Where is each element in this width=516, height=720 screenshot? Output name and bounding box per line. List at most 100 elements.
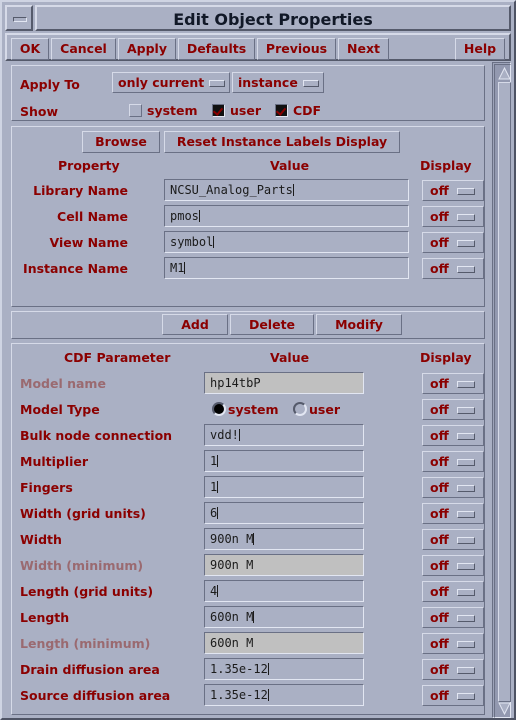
cdf-value-field[interactable]: 1.35e-12 xyxy=(204,658,364,680)
ok-button[interactable]: OK xyxy=(11,38,49,60)
text-caret xyxy=(217,585,219,597)
property-value-field[interactable]: pmos xyxy=(164,205,409,227)
cdf-display-toggle[interactable]: off xyxy=(422,555,484,576)
text-caret xyxy=(217,455,219,467)
show-checkbox-cdf[interactable] xyxy=(275,104,288,117)
defaults-button[interactable]: Defaults xyxy=(178,38,255,60)
property-row-label: Library Name xyxy=(33,183,128,198)
option-menu-value: only current xyxy=(118,75,205,90)
property-panel: Browse Reset Instance Labels Display Prope… xyxy=(11,126,485,307)
text-caret xyxy=(217,481,219,493)
cdf-display-toggle[interactable]: off xyxy=(422,659,484,680)
column-header-display: Display xyxy=(420,158,472,173)
title-area: Edit Object Properties xyxy=(35,5,511,31)
option-menu-knob-icon xyxy=(457,266,475,273)
minimize-icon[interactable] xyxy=(5,5,33,31)
scroll-up-arrow-icon[interactable] xyxy=(498,67,511,80)
cdf-value-field[interactable]: 6 xyxy=(204,502,364,524)
option-menu-knob-icon xyxy=(457,641,475,648)
cdf-display-toggle[interactable]: off xyxy=(422,607,484,628)
property-value-field[interactable]: NCSU_Analog_Parts xyxy=(164,179,409,201)
option-menu-knob-icon xyxy=(457,693,475,700)
delete-button[interactable]: Delete xyxy=(230,314,314,335)
cdf-value-field[interactable]: 1 xyxy=(204,450,364,472)
cdf-value-field[interactable]: vdd! xyxy=(204,424,364,446)
cdf-value-field[interactable]: 4 xyxy=(204,580,364,602)
display-state-label: off xyxy=(430,584,449,599)
text-caret xyxy=(198,210,200,222)
cdf-row-label: Multiplier xyxy=(20,454,89,469)
vertical-scrollbar[interactable] xyxy=(492,62,511,718)
property-display-toggle[interactable]: off xyxy=(422,206,484,227)
model-type-radio-system[interactable] xyxy=(212,402,226,416)
option-menu-knob-icon xyxy=(457,433,475,440)
cdf-value-field[interactable]: 600n M xyxy=(204,606,364,628)
display-state-label: off xyxy=(430,532,449,547)
option-menu-knob-icon xyxy=(457,214,475,221)
field-value: 600n M xyxy=(210,636,254,650)
help-button[interactable]: Help xyxy=(455,38,505,60)
dialog-body: Apply To Show only current instance system… xyxy=(5,62,511,718)
modify-button[interactable]: Modify xyxy=(316,314,402,335)
column-header-property: Property xyxy=(58,158,120,173)
cdf-display-toggle[interactable]: off xyxy=(422,477,484,498)
cdf-row-label: Length xyxy=(20,610,70,625)
display-state-label: off xyxy=(430,428,449,443)
field-value: pmos xyxy=(170,209,200,223)
display-state-label: off xyxy=(430,506,449,521)
cdf-display-toggle[interactable]: off xyxy=(422,503,484,524)
browse-button[interactable]: Browse xyxy=(82,131,160,153)
cdf-display-toggle[interactable]: off xyxy=(422,529,484,550)
cdf-row-label: Model Type xyxy=(20,402,100,417)
field-value: symbol xyxy=(170,235,215,249)
scrollbar-trough[interactable] xyxy=(494,64,511,718)
cancel-button[interactable]: Cancel xyxy=(51,38,116,60)
next-button[interactable]: Next xyxy=(338,38,389,60)
previous-button[interactable]: Previous xyxy=(257,38,336,60)
add-button[interactable]: Add xyxy=(162,314,228,335)
model-type-radio-user[interactable] xyxy=(293,402,307,416)
cdf-display-toggle[interactable]: off xyxy=(422,685,484,706)
option-menu-knob-icon xyxy=(303,80,319,87)
column-header-value: Value xyxy=(270,158,310,173)
property-display-toggle[interactable]: off xyxy=(422,180,484,201)
cdf-display-toggle[interactable]: off xyxy=(422,425,484,446)
property-value-field[interactable]: symbol xyxy=(164,231,409,253)
text-caret xyxy=(292,184,294,196)
show-checkbox-system[interactable] xyxy=(129,104,142,117)
reset-instance-labels-display-button[interactable]: Reset Instance Labels Display xyxy=(164,131,400,153)
cdf-display-toggle[interactable]: off xyxy=(422,399,484,420)
apply-to-option-menu-1[interactable]: only current xyxy=(112,72,230,93)
apply-button[interactable]: Apply xyxy=(118,38,176,60)
scroll-down-arrow-icon[interactable] xyxy=(498,702,511,715)
text-caret xyxy=(253,611,255,623)
display-state-label: off xyxy=(430,376,449,391)
property-display-toggle[interactable]: off xyxy=(422,258,484,279)
option-menu-knob-icon xyxy=(457,459,475,466)
cdf-value-field[interactable]: 1.35e-12 xyxy=(204,684,364,706)
scrollbar-thumb[interactable] xyxy=(498,82,511,702)
cdf-value-field[interactable]: 1 xyxy=(204,476,364,498)
field-value: 1 xyxy=(210,454,219,468)
cdf-display-toggle[interactable]: off xyxy=(422,373,484,394)
cdf-column-header-display: Display xyxy=(420,350,472,365)
cdf-value-field[interactable]: 900n M xyxy=(204,528,364,550)
cdf-display-toggle[interactable]: off xyxy=(422,633,484,654)
display-state-label: off xyxy=(430,402,449,417)
show-checkbox-label-cdf: CDF xyxy=(293,103,322,118)
property-value-field[interactable]: M1 xyxy=(164,257,409,279)
cdf-row-label: Fingers xyxy=(20,480,73,495)
apply-to-label: Apply To xyxy=(20,77,80,92)
field-value: M1 xyxy=(170,261,186,275)
cdf-row-label: Length (minimum) xyxy=(20,636,151,651)
cdf-display-toggle[interactable]: off xyxy=(422,451,484,472)
show-checkbox-user[interactable] xyxy=(212,104,225,117)
display-state-label: off xyxy=(430,183,449,198)
option-menu-knob-icon xyxy=(457,188,475,195)
apply-to-option-menu-2[interactable]: instance xyxy=(232,72,324,93)
cdf-row-label: Width (minimum) xyxy=(20,558,144,573)
field-value: 600n M xyxy=(210,610,255,624)
field-value: 1 xyxy=(210,480,219,494)
property-display-toggle[interactable]: off xyxy=(422,232,484,253)
cdf-display-toggle[interactable]: off xyxy=(422,581,484,602)
